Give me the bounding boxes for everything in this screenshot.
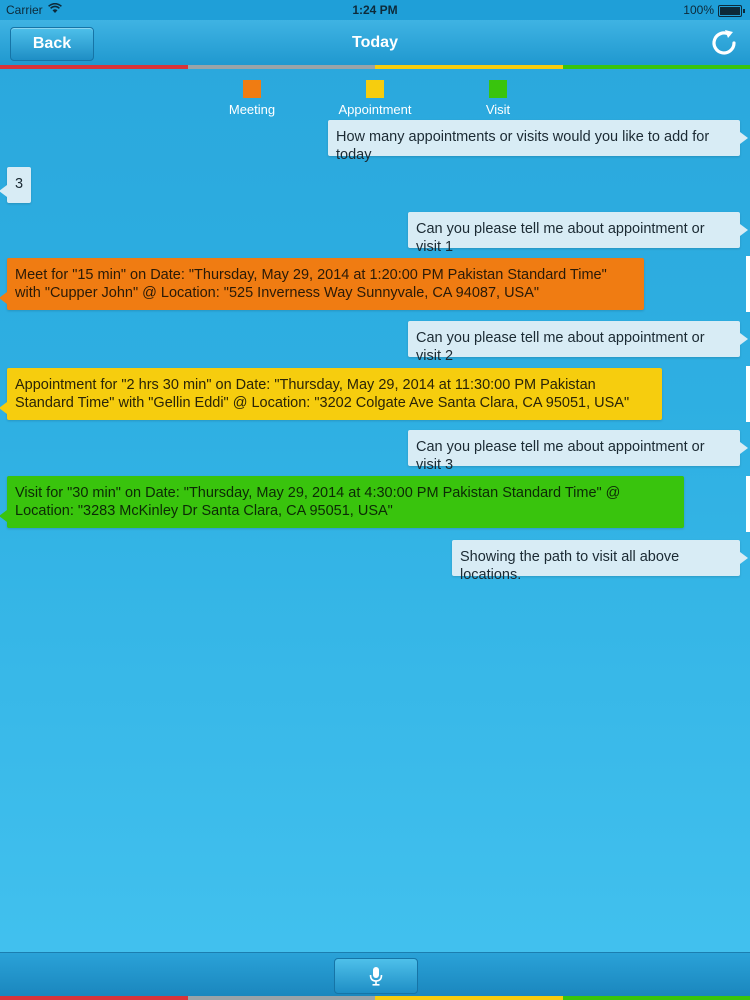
legend-appointment: Appointment (332, 80, 418, 117)
meeting-message: Meet for "15 min" on Date: "Thursday, Ma… (0, 258, 644, 310)
bottom-toolbar (0, 952, 750, 997)
legend-label: Appointment (338, 102, 412, 117)
microphone-icon (368, 966, 384, 986)
status-bar: Carrier 1:24 PM 100% (0, 0, 750, 20)
legend-meeting: Meeting (224, 80, 280, 117)
chat-message-question: Can you please tell me about appointment… (408, 430, 748, 473)
status-time: 1:24 PM (352, 3, 398, 17)
page-title: Today (352, 34, 398, 51)
edge-indicator (746, 476, 750, 532)
edge-indicator (746, 256, 750, 312)
microphone-button[interactable] (334, 958, 418, 994)
refresh-icon[interactable] (708, 27, 740, 59)
legend-visit: Visit (476, 80, 520, 117)
bottom-color-strip (0, 996, 750, 1000)
edge-indicator (746, 366, 750, 422)
meeting-swatch (243, 80, 261, 98)
battery-icon (718, 5, 745, 17)
chat-message-answer: 3 (0, 167, 31, 203)
top-color-strip (0, 65, 750, 69)
legend-label: Meeting (228, 102, 276, 117)
chat-message-question: Can you please tell me about appointment… (408, 321, 748, 364)
chat-message-question: Can you please tell me about appointment… (408, 212, 748, 255)
visit-message: Visit for "30 min" on Date: "Thursday, M… (0, 476, 684, 528)
visit-swatch (489, 80, 507, 98)
legend: Meeting Appointment Visit (0, 80, 750, 120)
legend-label: Visit (485, 102, 511, 117)
battery-percent: 100% (683, 3, 714, 17)
navigation-bar: Today Back (0, 20, 750, 66)
appointment-message: Appointment for "2 hrs 30 min" on Date: … (0, 368, 662, 420)
chat-message-question: How many appointments or visits would yo… (328, 120, 748, 163)
appointment-swatch (366, 80, 384, 98)
chat-message-status: Showing the path to visit all above loca… (452, 540, 748, 583)
back-button[interactable]: Back (10, 27, 94, 61)
